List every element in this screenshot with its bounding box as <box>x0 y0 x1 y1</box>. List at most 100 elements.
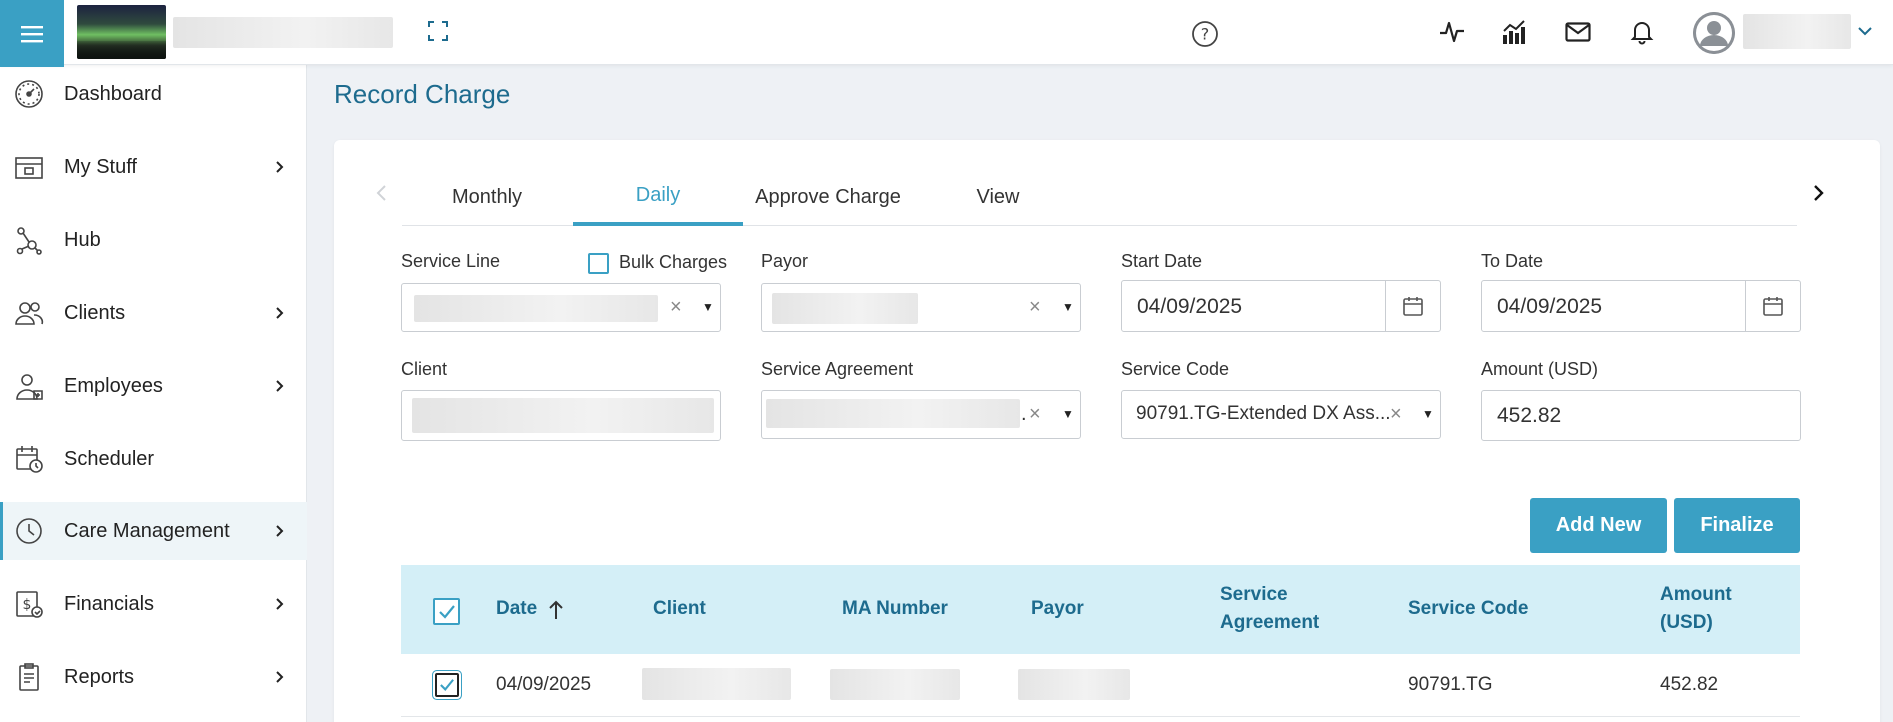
row-checkbox[interactable] <box>435 673 459 697</box>
chevron-right-icon <box>271 669 287 685</box>
service-line-value-redacted <box>414 295 658 322</box>
cell-amount: 452.82 <box>1660 674 1719 695</box>
sidebar-item-scheduler[interactable]: Scheduler <box>0 430 307 488</box>
organization-logo[interactable] <box>77 5 166 59</box>
avatar[interactable] <box>1693 12 1735 54</box>
calendar-icon[interactable] <box>1745 281 1800 331</box>
column-header-service-agreement-line1: Service <box>1220 584 1288 605</box>
svg-text:?: ? <box>1201 25 1210 44</box>
chevron-down-icon[interactable] <box>1856 22 1874 40</box>
to-date-field[interactable]: 04/09/2025 <box>1481 280 1801 332</box>
help-circle-icon[interactable]: ? <box>1191 20 1219 48</box>
column-header-amount[interactable]: Amount (USD) <box>1660 581 1732 637</box>
client-field[interactable] <box>401 390 721 441</box>
add-new-button[interactable]: Add New <box>1530 498 1667 553</box>
payor-label: Payor <box>761 251 809 271</box>
sidebar-item-label: Scheduler <box>64 447 155 470</box>
cell-payor-redacted <box>1018 669 1130 700</box>
sidebar-item-label: Reports <box>64 665 135 688</box>
tab-daily[interactable]: Daily <box>573 168 743 226</box>
sidebar-item-employees[interactable]: Employees <box>0 357 307 415</box>
service-code-value: 90791.TG-Extended DX Ass... <box>1136 403 1391 424</box>
sidebar-item-my-stuff[interactable]: My Stuff <box>0 138 307 196</box>
payor-select[interactable]: × ▼ <box>761 283 1081 332</box>
charges-table-header: Date Client MA Number Payor Service Agre… <box>401 565 1800 654</box>
start-date-label: Start Date <box>1121 251 1203 271</box>
select-all-checkbox[interactable] <box>433 598 460 625</box>
payor-value-redacted <box>772 293 918 324</box>
sidebar-item-label: Clients <box>64 301 126 324</box>
chevron-right-icon <box>271 596 287 612</box>
service-agreement-select[interactable]: . × ▼ <box>761 390 1081 439</box>
clear-icon[interactable]: × <box>1390 403 1402 426</box>
amount-value: 452.82 <box>1497 404 1562 427</box>
cell-service-code: 90791.TG <box>1408 674 1493 695</box>
calendar-icon[interactable] <box>1385 281 1440 331</box>
truncation-ellipsis: . <box>1021 403 1027 425</box>
cell-ma-number-redacted <box>830 669 960 700</box>
clear-icon[interactable]: × <box>1029 403 1041 426</box>
service-line-select[interactable]: × ▼ <box>401 283 721 332</box>
chevron-right-icon <box>271 159 287 175</box>
finalize-button[interactable]: Finalize <box>1674 498 1800 553</box>
user-name-redacted[interactable] <box>1743 14 1851 49</box>
cell-client-redacted <box>642 668 791 700</box>
service-code-label: Service Code <box>1121 359 1230 379</box>
svg-text:$: $ <box>23 597 32 613</box>
caret-down-icon: ▼ <box>1422 407 1434 421</box>
column-header-amount-line1: Amount <box>1660 584 1732 605</box>
mail-icon[interactable] <box>1564 18 1592 46</box>
sidebar: Dashboard My Stuff Hub Clients Employees… <box>0 65 307 722</box>
service-line-label: Service Line <box>401 251 501 271</box>
service-agreement-label: Service Agreement <box>761 359 914 379</box>
sidebar-item-hub[interactable]: Hub <box>0 211 307 269</box>
calendar-clock-icon <box>14 444 44 474</box>
column-header-date[interactable]: Date <box>496 595 537 623</box>
to-date-label: To Date <box>1481 251 1544 271</box>
caret-down-icon: ▼ <box>1062 407 1074 421</box>
service-code-select[interactable]: 90791.TG-Extended DX Ass... × ▼ <box>1121 390 1441 439</box>
sidebar-item-reports[interactable]: Reports <box>0 648 307 706</box>
sidebar-item-label: Financials <box>64 592 155 615</box>
tab-view[interactable]: View <box>913 168 1083 226</box>
bell-icon[interactable] <box>1628 18 1656 46</box>
amount-field[interactable]: 452.82 <box>1481 390 1801 441</box>
bulk-charges-checkbox[interactable] <box>588 253 609 274</box>
start-date-field[interactable]: 04/09/2025 <box>1121 280 1441 332</box>
caret-down-icon: ▼ <box>702 300 714 314</box>
dollar-icon: $ <box>14 589 44 619</box>
sidebar-item-label: Care Management <box>64 519 230 542</box>
sidebar-item-care-management[interactable]: Care Management <box>0 502 307 560</box>
sidebar-item-label: Employees <box>64 374 163 397</box>
column-header-service-code[interactable]: Service Code <box>1408 595 1528 623</box>
clear-icon[interactable]: × <box>1029 296 1041 319</box>
column-header-service-agreement-line2: Agreement <box>1220 612 1320 633</box>
activity-icon[interactable] <box>1438 18 1466 46</box>
chevron-right-icon[interactable] <box>1808 183 1828 203</box>
bulk-charges-label: Bulk Charges <box>619 252 728 272</box>
column-header-payor[interactable]: Payor <box>1031 595 1084 623</box>
amount-label: Amount (USD) <box>1481 359 1599 379</box>
chevron-right-icon <box>271 378 287 394</box>
caret-down-icon: ▼ <box>1062 300 1074 314</box>
page-title: Record Charge <box>334 79 511 109</box>
hamburger-icon[interactable] <box>0 0 64 67</box>
tab-monthly[interactable]: Monthly <box>402 168 572 226</box>
chevron-left-icon[interactable] <box>372 183 392 203</box>
sidebar-item-financials[interactable]: $ Financials <box>0 575 307 633</box>
clipboard-icon <box>14 662 44 692</box>
cell-date: 04/09/2025 <box>496 674 592 695</box>
sidebar-item-dashboard[interactable]: Dashboard <box>0 65 307 123</box>
table-row[interactable]: 04/09/2025 90791.TG 452.82 <box>401 654 1800 717</box>
fullscreen-icon[interactable] <box>425 18 451 44</box>
chevron-right-icon <box>271 523 287 539</box>
sort-ascending-icon[interactable] <box>547 599 565 621</box>
tab-approve-charge[interactable]: Approve Charge <box>743 168 913 226</box>
sidebar-item-label: Dashboard <box>64 82 162 105</box>
analytics-icon[interactable] <box>1500 18 1528 46</box>
sidebar-item-clients[interactable]: Clients <box>0 284 307 342</box>
column-header-ma-number[interactable]: MA Number <box>842 595 948 623</box>
column-header-client[interactable]: Client <box>653 595 706 623</box>
column-header-service-agreement[interactable]: Service Agreement <box>1220 581 1319 637</box>
clear-icon[interactable]: × <box>670 296 682 319</box>
